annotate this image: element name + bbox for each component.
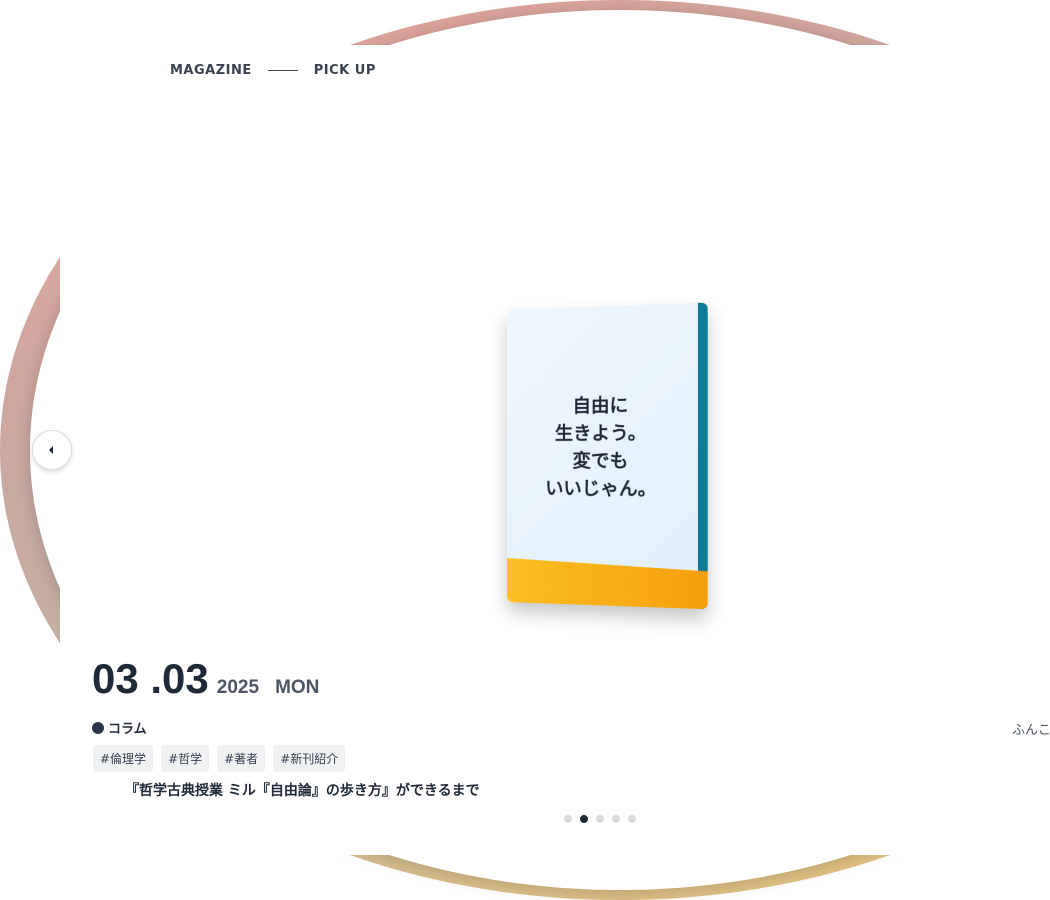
article-headline-link[interactable]: 『哲学古典授業 ミル『自由論』の歩き方』ができるまで: [125, 780, 480, 800]
article-category[interactable]: コラム: [92, 718, 147, 737]
book-spine: [697, 302, 708, 610]
book-cover: 自由に 生きよう。 変でも いいじゃん。: [507, 302, 708, 610]
book-band: [507, 558, 708, 609]
tag-item[interactable]: #著者: [217, 745, 266, 772]
date-year: 2025: [216, 677, 260, 698]
article-author: ふんこ: [1012, 723, 1050, 738]
category-dot-icon: [92, 721, 104, 734]
book-cover-link[interactable]: 自由に 生きよう。 変でも いいじゃん。: [507, 302, 710, 613]
book-cover-title: 自由に 生きよう。 変でも いいじゃん。: [545, 395, 657, 501]
carousel-dot[interactable]: [628, 815, 636, 823]
tag-item[interactable]: #倫理学: [93, 745, 154, 772]
carousel-dot-active[interactable]: [580, 815, 588, 823]
tag-item[interactable]: #哲学: [161, 745, 210, 772]
tag-item[interactable]: #新刊紹介: [273, 745, 346, 772]
carousel-dot[interactable]: [612, 815, 620, 823]
date-weekday: MON: [275, 677, 320, 698]
breadcrumb-current: PICK UP: [313, 63, 376, 78]
article-date: 03 .03 2025 MON: [92, 655, 319, 703]
breadcrumb-separator: [267, 70, 298, 71]
carousel-dot[interactable]: [596, 815, 604, 823]
tag-list: #倫理学 #哲学 #著者 #新刊紹介: [93, 745, 346, 772]
carousel-pagination: [564, 815, 636, 823]
caret-left-icon: [49, 446, 53, 454]
carousel-prev-button[interactable]: [32, 430, 72, 470]
category-label: コラム: [108, 722, 147, 737]
carousel-dot[interactable]: [564, 815, 572, 823]
pickup-stage: MAGAZINE PICK UP 自由に 生きよう。 変でも いいじゃん。 03…: [0, 0, 1050, 900]
breadcrumb: MAGAZINE PICK UP: [170, 63, 376, 78]
breadcrumb-magazine-link[interactable]: MAGAZINE: [170, 63, 252, 78]
date-month-day: 03 .03: [92, 655, 209, 702]
